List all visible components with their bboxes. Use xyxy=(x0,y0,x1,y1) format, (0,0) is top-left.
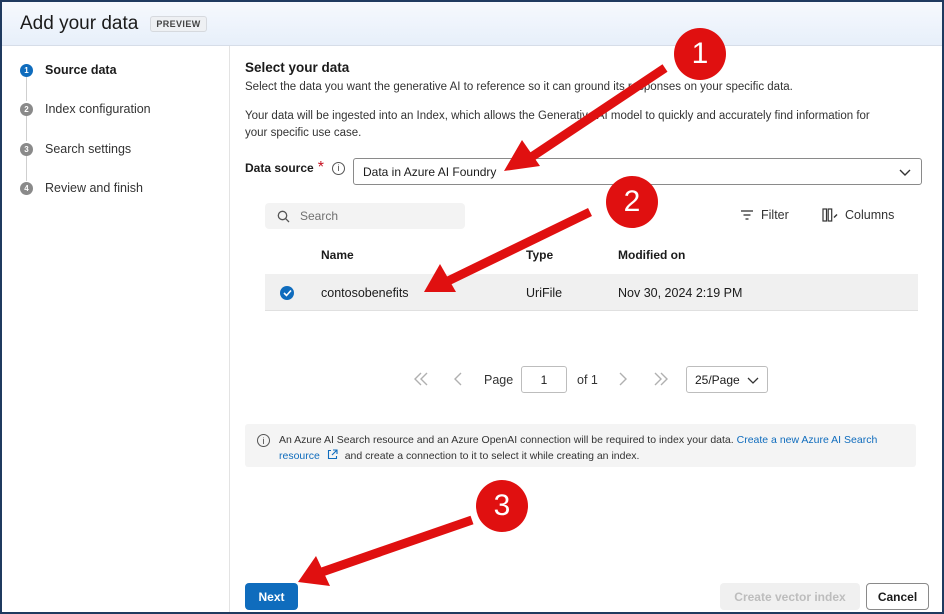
step-label: Review and finish xyxy=(45,181,143,195)
next-button[interactable]: Next xyxy=(245,583,298,610)
data-source-value: Data in Azure AI Foundry xyxy=(363,164,497,179)
page-size-value: 25/Page xyxy=(695,372,740,387)
step-number: 2 xyxy=(20,102,33,116)
preview-badge: PREVIEW xyxy=(150,15,207,32)
notice-text: An Azure AI Search resource and an Azure… xyxy=(279,432,909,464)
step-number: 4 xyxy=(20,181,33,195)
step-index-configuration[interactable]: 2 Index configuration xyxy=(20,102,151,116)
page-size-dropdown[interactable]: 25/Page xyxy=(686,366,768,393)
main-content: Select your data Select the data you wan… xyxy=(245,60,925,142)
step-search-settings[interactable]: 3 Search settings xyxy=(20,142,131,156)
last-page-icon[interactable] xyxy=(652,371,670,387)
columns-label: Columns xyxy=(845,208,895,222)
filter-icon xyxy=(741,210,753,220)
step-label: Source data xyxy=(45,63,117,77)
step-number: 1 xyxy=(20,63,33,77)
step-source-data[interactable]: 1 Source data xyxy=(20,63,117,77)
wizard-stepper xyxy=(2,46,230,612)
callout-2: 2 xyxy=(606,176,658,228)
chevron-down-icon xyxy=(747,377,759,384)
dialog-header: Add your data PREVIEW xyxy=(2,2,942,46)
step-connector xyxy=(26,154,27,181)
cancel-button[interactable]: Cancel xyxy=(866,583,929,610)
search-input[interactable]: Search xyxy=(265,203,465,229)
cell-name: contosobenefits xyxy=(321,286,409,300)
filter-button[interactable]: Filter xyxy=(740,208,789,222)
notice-message-continued: and create a connection to it to select … xyxy=(344,450,640,462)
data-source-label: Data source xyxy=(245,161,314,175)
step-connector xyxy=(26,115,27,141)
page-count: of 1 xyxy=(577,373,598,387)
step-label: Search settings xyxy=(45,142,132,156)
column-header-type[interactable]: Type xyxy=(526,248,553,262)
search-placeholder: Search xyxy=(300,209,339,223)
callout-1: 1 xyxy=(674,28,726,80)
info-icon[interactable]: i xyxy=(331,161,345,175)
cell-type: UriFile xyxy=(526,286,563,300)
first-page-icon[interactable] xyxy=(412,371,430,387)
column-header-modified[interactable]: Modified on xyxy=(618,248,685,262)
column-header-name[interactable]: Name xyxy=(321,248,354,262)
step-number: 3 xyxy=(20,142,33,156)
columns-button[interactable]: Columns xyxy=(822,208,894,222)
step-review-and-finish[interactable]: 4 Review and finish xyxy=(20,181,143,195)
required-marker: * xyxy=(317,159,324,176)
row-selected-checkbox[interactable] xyxy=(280,286,294,300)
page-label: Page xyxy=(484,373,514,387)
info-notice: i An Azure AI Search resource and an Azu… xyxy=(245,424,916,467)
page-number-input[interactable]: 1 xyxy=(521,366,567,393)
data-source-label-group: Data source * i xyxy=(245,159,345,177)
section-description: Select the data you want the generative … xyxy=(245,81,793,93)
search-icon xyxy=(277,210,290,222)
add-data-dialog: Add your data PREVIEW 1 Source data 2 In… xyxy=(0,0,944,614)
callout-3: 3 xyxy=(476,480,528,532)
columns-icon xyxy=(822,208,838,222)
chevron-down-icon xyxy=(899,169,911,176)
checkmark-icon xyxy=(282,289,292,297)
notice-message: An Azure AI Search resource and an Azure… xyxy=(279,434,734,446)
step-label: Index configuration xyxy=(45,102,151,116)
dialog-title: Add your data xyxy=(20,12,139,34)
info-icon: i xyxy=(257,434,270,447)
create-vector-index-button[interactable]: Create vector index xyxy=(720,583,860,610)
section-title: Select your data xyxy=(245,60,350,75)
section-description-index: Your data will be ingested into an Index… xyxy=(245,110,870,139)
cell-modified: Nov 30, 2024 2:19 PM xyxy=(618,286,743,300)
previous-page-icon[interactable] xyxy=(452,371,464,387)
next-page-icon[interactable] xyxy=(617,371,629,387)
external-link-icon[interactable] xyxy=(327,449,338,460)
filter-label: Filter xyxy=(761,208,789,222)
step-connector xyxy=(26,76,27,101)
